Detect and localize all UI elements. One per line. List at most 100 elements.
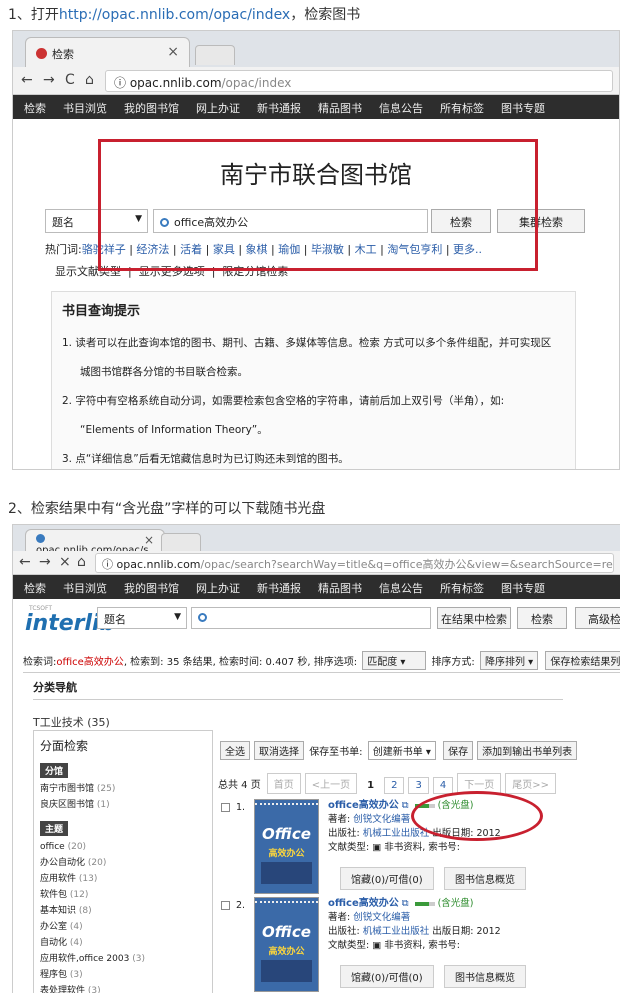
facet-topic-item[interactable]: 应用软件,office 2003 (3) [40,951,206,967]
result-record: 2. Office 高效办公 office高效办公 ⧉ (含光盘) 著者: 创锐文化编著出… [218,897,620,993]
menu-item[interactable]: 我的图书馆 [124,575,179,599]
booklist-select[interactable]: 创建新书单 ▾ [367,741,436,760]
facet-topic-item[interactable]: 自动化 (4) [40,935,206,951]
facet-topic-item[interactable]: 办公室 (4) [40,919,206,935]
menu-item[interactable]: 新书通报 [257,575,301,599]
facet-count: (4) [69,922,83,932]
cover-subtitle: 高效办公 [268,947,305,957]
book-cover[interactable]: Office 高效办公 [254,897,319,992]
search-type-select[interactable]: 题名 ▼ [97,607,187,629]
home-icon[interactable]: ⌂ [77,554,86,570]
opac-link[interactable]: http://opac.nnlib.com/opac/index [59,7,290,23]
advanced-search-button[interactable]: 高级检 [575,607,620,629]
sort-option-select[interactable]: 匹配度 ▾ [362,651,427,670]
close-icon[interactable]: × [144,533,154,547]
facet-branch-item[interactable]: 良庆区图书馆 (1) [40,797,206,813]
menu-item[interactable]: 书目浏览 [63,95,107,119]
menu-item[interactable]: 图书专题 [501,575,545,599]
category-item[interactable]: T工业技术 (35) [33,700,258,730]
facet-topic-item[interactable]: 程序包 (3) [40,967,206,983]
stop-icon[interactable]: × [59,554,71,570]
select-all-button[interactable]: 全选 [220,741,250,760]
copy-icon[interactable]: ⧉ [402,898,409,909]
publisher-label: 出版社: [328,926,360,937]
overview-tab[interactable]: 图书信息概览 [444,965,526,988]
save-results-button[interactable]: 保存检索结果列表 [545,651,620,670]
facet-topic-item[interactable]: 软件包 (12) [40,887,206,903]
holdings-tab[interactable]: 馆藏(0)/可借(0) [340,965,434,988]
record-title-link[interactable]: office高效办公 [328,800,399,811]
category-nav: 分类导航 T工业技术 (35) [33,675,563,730]
facet-topic-item[interactable]: 表处理软件 (3) [40,983,206,993]
menu-item[interactable]: 我的图书馆 [124,95,179,119]
copy-icon[interactable]: ⧉ [402,800,409,811]
browser-tab[interactable]: opac.nnlib.com/opac/s× [25,529,165,556]
new-tab-button[interactable] [161,533,201,551]
back-icon[interactable]: ← [19,554,31,570]
publisher-link[interactable]: 机械工业出版社 [363,926,430,937]
disc-icon: ▣ [372,842,385,853]
deselect-button[interactable]: 取消选择 [254,741,304,760]
author-link[interactable]: 创锐文化编著 [353,814,410,825]
browser-tab[interactable]: 检索 × [25,37,190,67]
last-page-button[interactable]: 尾页>> [505,773,556,794]
reload-icon[interactable]: C [65,72,75,88]
menu-item[interactable]: 所有标签 [440,95,484,119]
close-icon[interactable]: × [167,44,179,60]
home-icon[interactable]: ⌂ [85,72,94,88]
record-title-link[interactable]: office高效办公 [328,898,399,909]
menu-item[interactable]: 网上办证 [196,95,240,119]
page-2[interactable]: 2 [384,777,405,794]
facet-topic-item[interactable]: 办公自动化 (20) [40,855,206,871]
menu-item[interactable]: 新书通报 [257,95,301,119]
chevron-down-icon: ▼ [174,612,181,622]
book-cover[interactable]: Office 高效办公 [254,799,319,894]
prev-page-button[interactable]: <上一页 [304,773,358,794]
author-link[interactable]: 创锐文化编著 [353,912,410,923]
menu-item[interactable]: 信息公告 [379,575,423,599]
page-4[interactable]: 4 [432,777,454,794]
search-button[interactable]: 检索 [517,607,567,629]
forward-icon[interactable]: → [43,72,55,88]
publisher-link[interactable]: 机械工业出版社 [363,828,430,839]
facet-label: 程序包 [40,970,68,980]
menu-item[interactable]: 精品图书 [318,575,362,599]
facet-topic-item[interactable]: 应用软件 (13) [40,871,206,887]
back-icon[interactable]: ← [21,72,33,88]
menu-item[interactable]: 检索 [24,95,46,119]
menu-item[interactable]: 书目浏览 [63,575,107,599]
record-checkbox[interactable] [221,901,230,910]
menu-item[interactable]: 检索 [24,575,46,599]
doc-type: 非书资料, 索书号: [384,842,460,853]
facet-branch-item[interactable]: 南宁市图书馆 (25) [40,781,206,797]
forward-icon[interactable]: → [39,554,51,570]
site-menu: 检索 书目浏览 我的图书馆 网上办证 新书通报 精品图书 信息公告 所有标签 图书专题 [13,95,619,119]
facet-label: 软件包 [40,890,68,900]
search-input[interactable] [191,607,431,629]
menu-item[interactable]: 信息公告 [379,95,423,119]
tip-line: “Elements of Information Theory”。 [80,424,268,436]
menu-item[interactable]: 所有标签 [440,575,484,599]
save-booklist-button[interactable]: 保存 [443,741,474,760]
type-label: 文献类型: [328,940,370,951]
search-in-results-button[interactable]: 在结果中检索 [437,607,511,629]
first-page-button[interactable]: 首页 [266,773,301,794]
address-bar[interactable]: ⓘ opac.nnlib.com/opac/index [105,70,613,92]
new-tab-button[interactable] [195,45,235,65]
facet-topic-item[interactable]: 基本知识 (8) [40,903,206,919]
sort-order-select[interactable]: 降序排列 ▾ [480,651,539,670]
record-checkbox[interactable] [221,803,230,812]
cover-band [261,862,312,884]
facet-topic-item[interactable]: office (20) [40,839,206,855]
menu-item[interactable]: 图书专题 [501,95,545,119]
menu-item[interactable]: 精品图书 [318,95,362,119]
menu-item[interactable]: 网上办证 [196,575,240,599]
overview-tab[interactable]: 图书信息概览 [444,867,526,890]
facet-label: 良庆区图书馆 [40,800,95,810]
address-bar[interactable]: ⓘ opac.nnlib.com/opac/search?searchWay=t… [95,553,614,573]
page-3[interactable]: 3 [408,777,429,794]
publish-date: 出版日期: 2012 [432,926,501,937]
holdings-tab[interactable]: 馆藏(0)/可借(0) [340,867,434,890]
add-export-button[interactable]: 添加到输出书单列表 [477,741,578,760]
facet-count: (3) [87,986,101,993]
